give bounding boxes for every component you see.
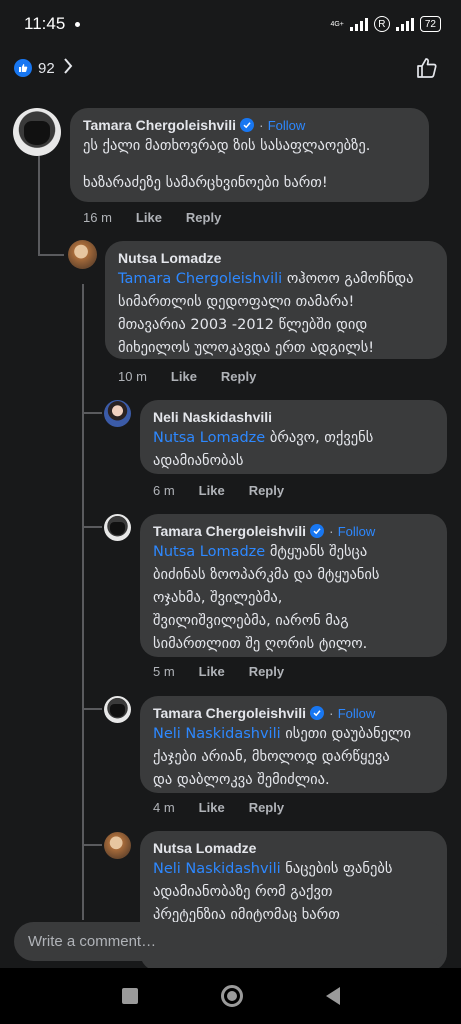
reply-button[interactable]: Reply: [249, 664, 284, 679]
roaming-icon: R: [373, 16, 390, 32]
like-button[interactable]: Like: [199, 800, 225, 815]
avatar[interactable]: [68, 240, 97, 269]
comment-line: და დაბლოკვა შემიძლია.: [153, 772, 330, 788]
comment-line: შვილიშვილებმა, იარონ მაგ: [153, 613, 349, 629]
separator-dot: ·: [329, 705, 334, 721]
comment-author[interactable]: Nutsa Lomadze: [118, 250, 221, 266]
mention-link[interactable]: Neli Naskidashvili: [153, 726, 281, 742]
signal-icon-2: [395, 17, 414, 31]
comment-time: 4 m: [153, 800, 175, 815]
status-bar: 11:45 4G+ R 72: [0, 0, 461, 48]
like-icon: [14, 59, 32, 77]
avatar[interactable]: [104, 400, 131, 427]
comment-line: ადამიანობაზე რომ გაქვთ: [153, 884, 333, 900]
notification-dot-icon: [75, 21, 81, 27]
comment-line: მთავარია 2003 -2012 წლებში დიდ: [118, 317, 368, 333]
comment-author[interactable]: Nutsa Lomadze: [153, 840, 256, 856]
status-icons: 4G+ R 72: [330, 16, 441, 32]
comment-line: ოჯახმა, შვილებმა,: [153, 590, 283, 606]
like-button[interactable]: Like: [136, 210, 162, 225]
mention-link[interactable]: Tamara Chergoleishvili: [118, 271, 282, 287]
reply-button[interactable]: Reply: [249, 483, 284, 498]
comment-text: Nutsa Lomadze ბრავო, თქვენს ადამიანობას: [153, 427, 435, 473]
follow-button[interactable]: Follow: [268, 118, 306, 133]
separator-dot: ·: [259, 117, 264, 133]
recent-apps-icon[interactable]: [121, 988, 138, 1004]
comment-time: 16 m: [83, 210, 112, 225]
comment-time: 10 m: [118, 369, 147, 384]
comment-time: 5 m: [153, 664, 175, 679]
comment-author[interactable]: Tamara Chergoleishvili: [83, 117, 236, 133]
status-time: 11:45: [24, 14, 66, 33]
like-button[interactable]: Like: [199, 664, 225, 679]
comment-bubble: Tamara Chergoleishvili · Follow ეს ქალი …: [70, 108, 429, 202]
thread-line-curve: [38, 254, 64, 256]
comment-line: ადამიანობას: [153, 453, 244, 469]
comment-line: ხაზარაძეზე სამარცხვინოები ხართ!: [83, 175, 328, 191]
comment-bubble: Neli Naskidashvili Nutsa Lomadze ბრავო, …: [140, 400, 447, 474]
separator-dot: ·: [329, 523, 334, 539]
comment-text: Tamara Chergoleishvili ოჰოოო გამოჩნდა სი…: [118, 268, 435, 360]
reply-button[interactable]: Reply: [249, 800, 284, 815]
comment-author[interactable]: Neli Naskidashvili: [153, 409, 272, 425]
comment-meta: 16 m Like Reply: [83, 210, 221, 225]
network-type: 4G+: [330, 20, 344, 28]
comment-line: ეს ქალი მათხოვრად ზის სასაფლაოებზე.: [83, 138, 371, 154]
avatar[interactable]: [13, 108, 61, 156]
comment-text: Neli Naskidashvili ისეთი დაუბანელი ქაჯებ…: [153, 723, 435, 792]
avatar[interactable]: [104, 696, 131, 723]
comment-bubble: Tamara Chergoleishvili · Follow Nutsa Lo…: [140, 514, 447, 657]
thread-line-branch: [82, 526, 102, 528]
thread-line: [82, 284, 84, 920]
system-nav-bar: [0, 968, 461, 1024]
reaction-bar[interactable]: 92: [0, 48, 461, 88]
comment-text: Neli Naskidashvili ნაცების ფანებს ადამია…: [153, 858, 435, 927]
comment-line: ქაჯები არიან, მხოლოდ დარწყევა: [153, 749, 390, 765]
verified-badge-icon: [310, 706, 325, 720]
thread-line: [38, 156, 40, 256]
like-button[interactable]: Like: [171, 369, 197, 384]
like-button[interactable]: Like: [199, 483, 225, 498]
avatar[interactable]: [104, 514, 131, 541]
comment-bubble: Tamara Chergoleishvili · Follow Neli Nas…: [140, 696, 447, 793]
comment-bubble: Nutsa Lomadze Tamara Chergoleishvili ოჰო…: [105, 241, 447, 359]
mention-link[interactable]: Nutsa Lomadze: [153, 544, 265, 560]
battery-icon: 72: [419, 16, 441, 32]
comment-author[interactable]: Tamara Chergoleishvili: [153, 523, 306, 539]
thread-line-branch: [82, 412, 102, 414]
comment-meta: 10 m Like Reply: [118, 369, 256, 384]
follow-button[interactable]: Follow: [338, 524, 376, 539]
follow-button[interactable]: Follow: [338, 706, 376, 721]
mention-link[interactable]: Nutsa Lomadze: [153, 430, 265, 446]
comment-line: სიმართლით შე ღორის ტილო.: [153, 636, 368, 652]
reaction-count: 92: [38, 59, 55, 77]
chevron-right-icon[interactable]: [63, 57, 73, 79]
reply-button[interactable]: Reply: [221, 369, 256, 384]
comment-line: ბიძინას ზოოპარკმა და მტყუანის: [153, 567, 380, 583]
verified-badge-icon: [240, 118, 255, 132]
thread-line-branch: [82, 844, 102, 846]
avatar[interactable]: [104, 832, 131, 859]
comment-meta: 6 m Like Reply: [153, 483, 284, 498]
thumbs-up-outline-icon[interactable]: [415, 56, 439, 84]
comment-line: სიმართლის დედოფალი თამარა!: [118, 294, 355, 310]
signal-icon: [349, 17, 368, 31]
back-icon[interactable]: [325, 987, 340, 1005]
comment-line-blank: [83, 158, 417, 172]
comment-text: ეს ქალი მათხოვრად ზის სასაფლაოებზე. ხაზა…: [83, 135, 417, 195]
comment-meta: 4 m Like Reply: [153, 800, 284, 815]
comment-time: 6 m: [153, 483, 175, 498]
comments-screen: 92 Tamara Chergoleishvili · Follow ეს ქა…: [0, 48, 461, 968]
home-icon[interactable]: [220, 985, 243, 1007]
thread-line-branch: [82, 708, 102, 710]
comment-line: მიხეილოს ულოკავდა ერთ ადგილს!: [118, 340, 375, 356]
reply-button[interactable]: Reply: [186, 210, 221, 225]
comment-input[interactable]: Write a comment…: [14, 922, 447, 961]
mention-link[interactable]: Neli Naskidashvili: [153, 861, 281, 877]
comment-text: Nutsa Lomadze მტყუანს შესცა ბიძინას ზოოპ…: [153, 541, 435, 656]
verified-badge-icon: [310, 524, 325, 538]
comment-meta: 5 m Like Reply: [153, 664, 284, 679]
comment-author[interactable]: Tamara Chergoleishvili: [153, 705, 306, 721]
